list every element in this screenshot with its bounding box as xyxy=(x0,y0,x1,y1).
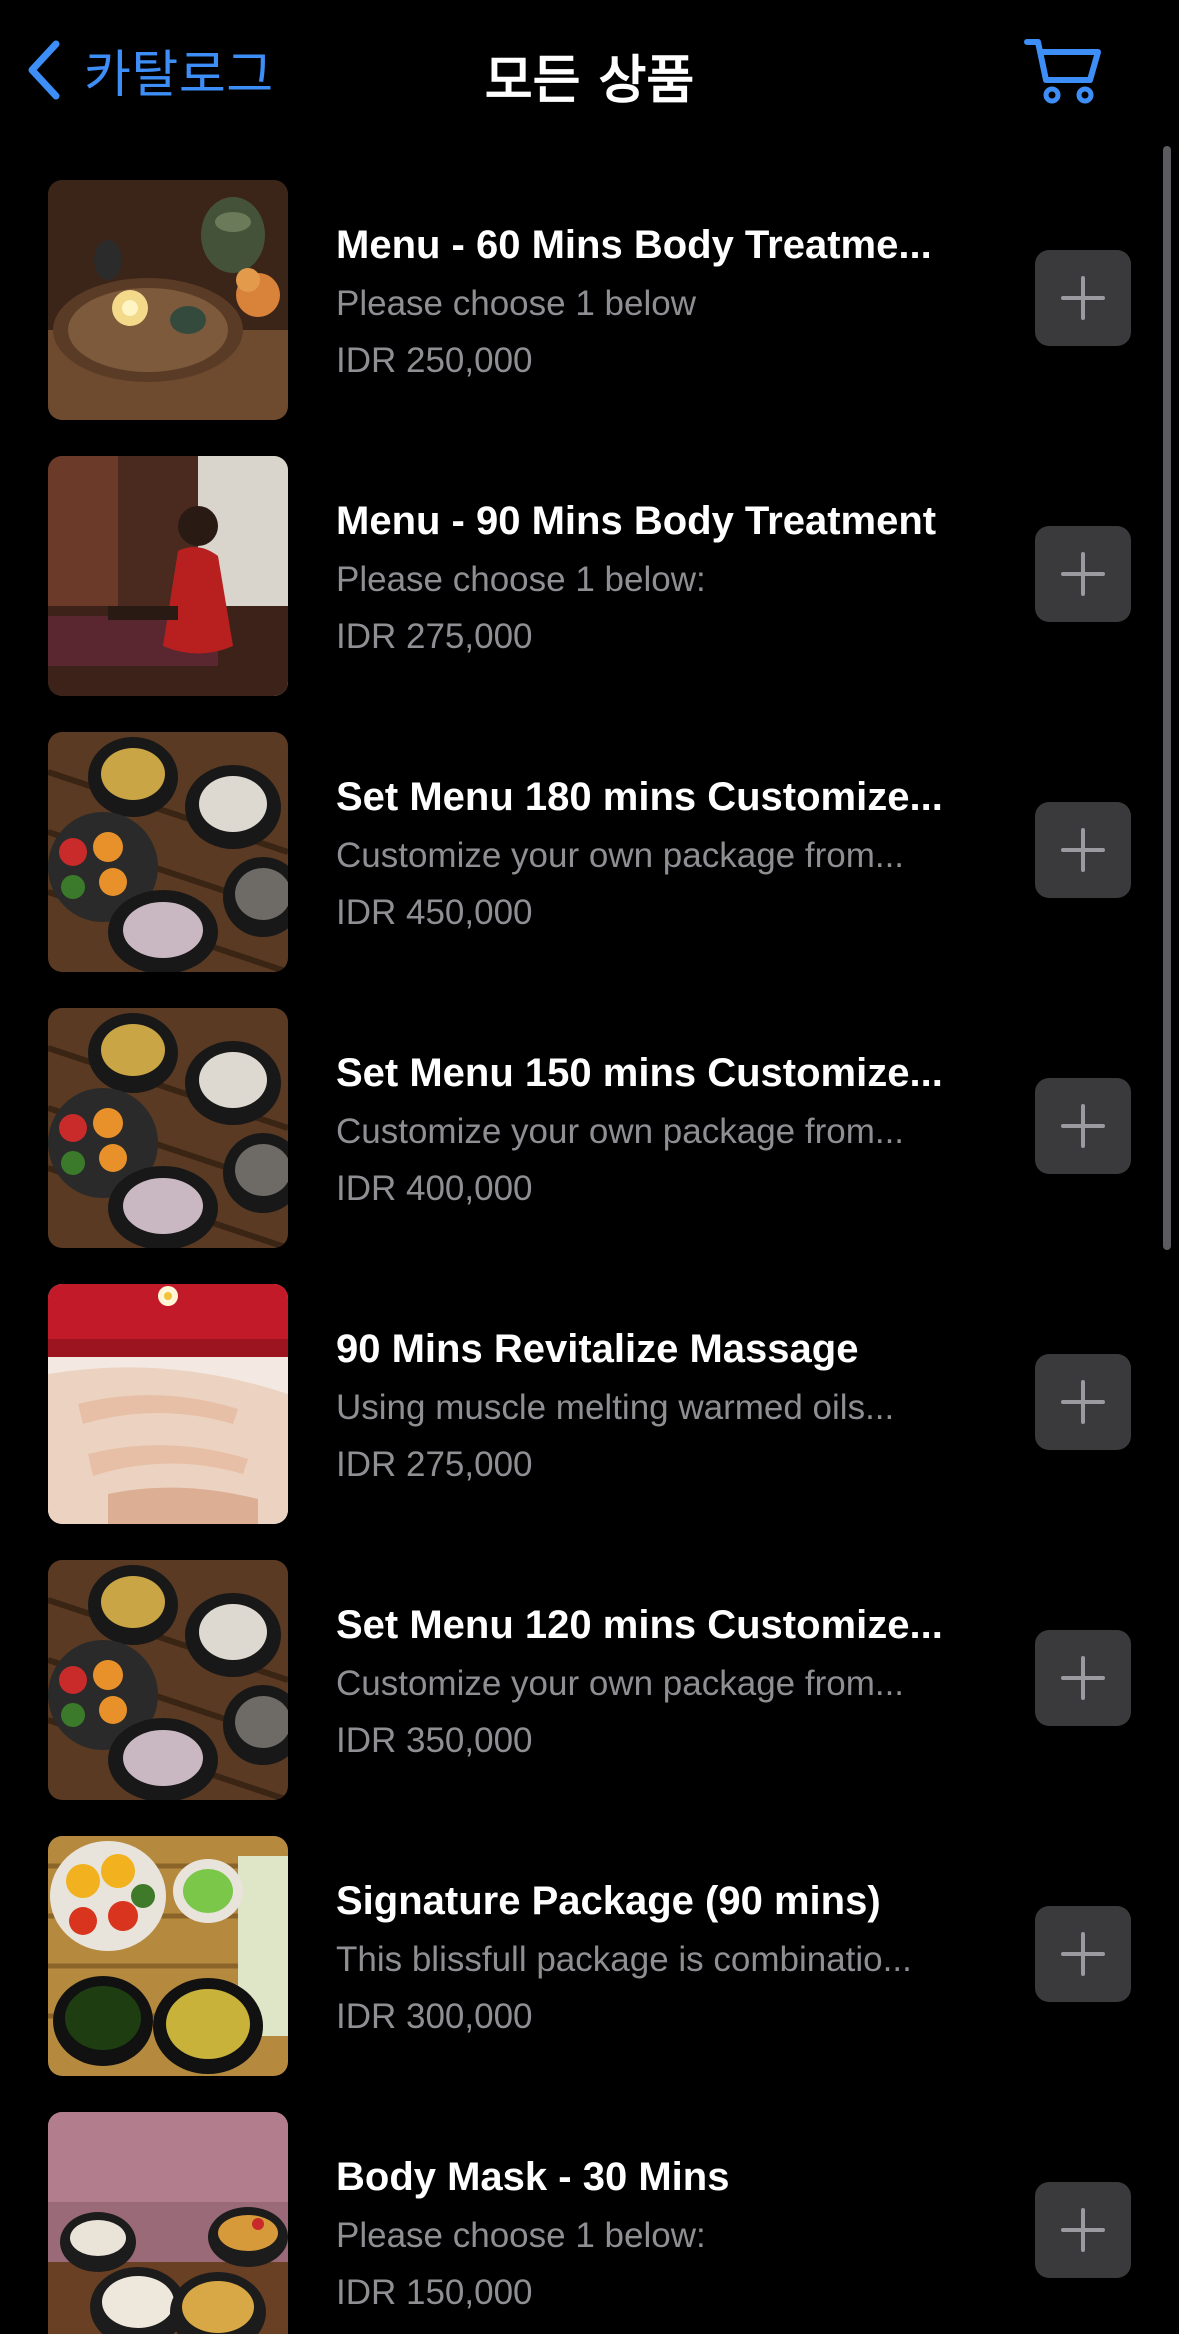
product-row[interactable]: Set Menu 120 mins Customize... Customize… xyxy=(0,1556,1179,1832)
product-thumbnail-massage xyxy=(48,1284,288,1524)
product-row[interactable]: Body Mask - 30 Mins Please choose 1 belo… xyxy=(0,2108,1179,2334)
product-row[interactable]: 90 Mins Revitalize Massage Using muscle … xyxy=(0,1280,1179,1556)
product-info: Set Menu 180 mins Customize... Customize… xyxy=(336,772,986,935)
plus-icon xyxy=(1061,1656,1105,1700)
product-description: Customize your own package from... xyxy=(336,1112,905,1151)
product-description: Please choose 1 below: xyxy=(336,2216,706,2255)
product-thumbnail-signature xyxy=(48,1836,288,2076)
plus-icon xyxy=(1061,828,1105,872)
cart-icon xyxy=(1024,39,1101,104)
product-info: Menu - 60 Mins Body Treatme... Please ch… xyxy=(336,220,986,383)
product-row[interactable]: Menu - 90 Mins Body Treatment Please cho… xyxy=(0,452,1179,728)
navigation-bar: 카탈로그 모든 상품 xyxy=(0,0,1179,140)
product-info: Body Mask - 30 Mins Please choose 1 belo… xyxy=(336,2152,986,2315)
product-thumbnail-spa-bowls xyxy=(48,1008,288,1248)
product-thumbnail-spa-bowls xyxy=(48,732,288,972)
plus-icon xyxy=(1061,1104,1105,1148)
product-price: IDR 300,000 xyxy=(336,1997,533,2036)
plus-icon xyxy=(1061,1380,1105,1424)
cart-button[interactable] xyxy=(1024,36,1104,106)
product-info: 90 Mins Revitalize Massage Using muscle … xyxy=(336,1324,986,1487)
product-description: Customize your own package from... xyxy=(336,1664,905,1703)
add-to-cart-button[interactable] xyxy=(1035,250,1131,346)
page-title: 모든 상품 xyxy=(484,51,695,111)
product-row[interactable]: Set Menu 180 mins Customize... Customize… xyxy=(0,728,1179,1004)
product-title: Menu - 90 Mins Body Treatment xyxy=(336,499,937,543)
add-to-cart-button[interactable] xyxy=(1035,1630,1131,1726)
plus-icon xyxy=(1061,552,1105,596)
product-title: Set Menu 150 mins Customize... xyxy=(336,1051,943,1095)
product-description: Please choose 1 below: xyxy=(336,560,706,599)
product-title: Signature Package (90 mins) xyxy=(336,1879,881,1923)
product-info: Menu - 90 Mins Body Treatment Please cho… xyxy=(336,496,986,659)
product-info: Set Menu 120 mins Customize... Customize… xyxy=(336,1600,986,1763)
product-thumbnail-candle-spa xyxy=(48,180,288,420)
add-to-cart-button[interactable] xyxy=(1035,1354,1131,1450)
product-list: Menu - 60 Mins Body Treatme... Please ch… xyxy=(0,176,1179,2334)
scrollbar[interactable] xyxy=(1163,146,1171,1250)
product-title: Set Menu 180 mins Customize... xyxy=(336,775,943,819)
plus-icon xyxy=(1061,1932,1105,1976)
product-info: Signature Package (90 mins) This blissfu… xyxy=(336,1876,986,2039)
add-to-cart-button[interactable] xyxy=(1035,526,1131,622)
product-price: IDR 250,000 xyxy=(336,341,533,380)
product-thumbnail-spa-bowls xyxy=(48,1560,288,1800)
add-to-cart-button[interactable] xyxy=(1035,1078,1131,1174)
product-row[interactable]: Signature Package (90 mins) This blissfu… xyxy=(0,1832,1179,2108)
product-thumbnail-body-mask xyxy=(48,2112,288,2334)
screen: 카탈로그 모든 상품 Menu - 60 Mins Body Treatme..… xyxy=(0,0,1179,2334)
product-price: IDR 450,000 xyxy=(336,893,533,932)
product-description: Customize your own package from... xyxy=(336,836,905,875)
product-thumbnail-treatment-room xyxy=(48,456,288,696)
product-price: IDR 400,000 xyxy=(336,1169,533,1208)
product-row[interactable]: Menu - 60 Mins Body Treatme... Please ch… xyxy=(0,176,1179,452)
product-description: This blissfull package is combinatio... xyxy=(336,1940,912,1979)
product-price: IDR 150,000 xyxy=(336,2273,533,2312)
product-price: IDR 275,000 xyxy=(336,617,533,656)
product-title: Set Menu 120 mins Customize... xyxy=(336,1603,943,1647)
product-row[interactable]: Set Menu 150 mins Customize... Customize… xyxy=(0,1004,1179,1280)
product-description: Please choose 1 below xyxy=(336,284,696,323)
add-to-cart-button[interactable] xyxy=(1035,1906,1131,2002)
product-title: Menu - 60 Mins Body Treatme... xyxy=(336,223,932,267)
plus-icon xyxy=(1061,2208,1105,2252)
product-title: Body Mask - 30 Mins xyxy=(336,2155,730,2199)
plus-icon xyxy=(1061,276,1105,320)
product-price: IDR 350,000 xyxy=(336,1721,533,1760)
add-to-cart-button[interactable] xyxy=(1035,2182,1131,2278)
product-price: IDR 275,000 xyxy=(336,1445,533,1484)
product-description: Using muscle melting warmed oils... xyxy=(336,1388,895,1427)
product-title: 90 Mins Revitalize Massage xyxy=(336,1327,859,1371)
product-info: Set Menu 150 mins Customize... Customize… xyxy=(336,1048,986,1211)
add-to-cart-button[interactable] xyxy=(1035,802,1131,898)
